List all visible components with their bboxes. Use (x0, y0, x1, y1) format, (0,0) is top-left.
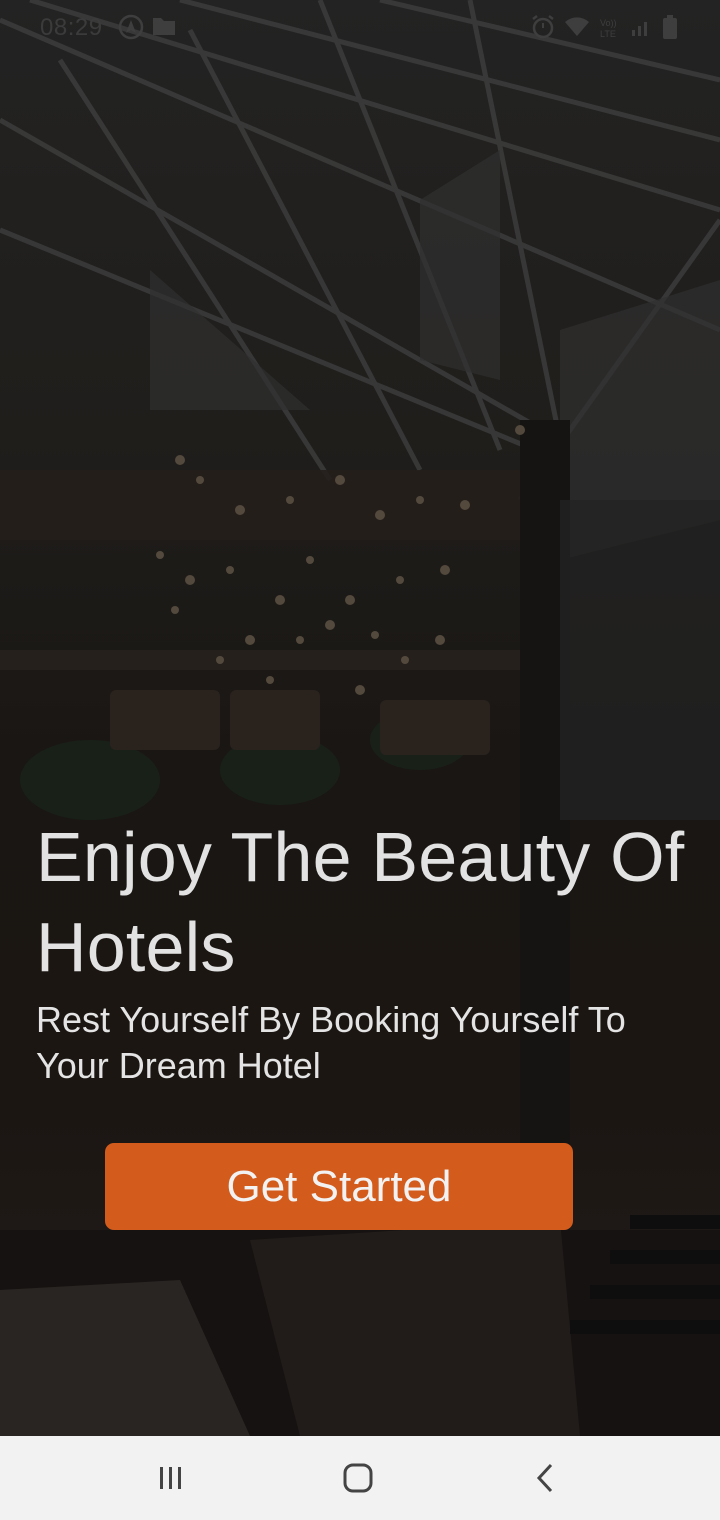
svg-text:LTE: LTE (600, 29, 616, 39)
back-icon (536, 1463, 553, 1493)
system-nav-bar (0, 1436, 720, 1520)
svg-text:Vo)): Vo)) (600, 18, 617, 28)
signal-icon (630, 14, 652, 44)
home-button[interactable] (328, 1458, 388, 1498)
get-started-button[interactable]: Get Started (105, 1143, 573, 1230)
navigation-app-icon (118, 14, 144, 46)
wifi-icon (563, 14, 591, 44)
hero-subtitle: Rest Yourself By Booking Yourself To You… (36, 999, 626, 1086)
status-time: 08:29 (40, 14, 103, 41)
recent-apps-icon (160, 1467, 181, 1489)
hero-title: Enjoy The Beauty Of Hotels (36, 818, 685, 986)
status-bar: 08:29 Vo)) LTE (0, 0, 720, 56)
battery-icon (662, 14, 678, 46)
recent-apps-button[interactable] (141, 1458, 201, 1498)
folder-icon (152, 14, 176, 42)
back-button[interactable] (515, 1458, 575, 1498)
screen: 08:29 Vo)) LTE Enjoy The Beauty Of Hotels… (0, 0, 720, 1520)
volte-icon: Vo)) LTE (598, 16, 622, 46)
home-icon (343, 1463, 373, 1493)
alarm-icon (530, 14, 556, 46)
